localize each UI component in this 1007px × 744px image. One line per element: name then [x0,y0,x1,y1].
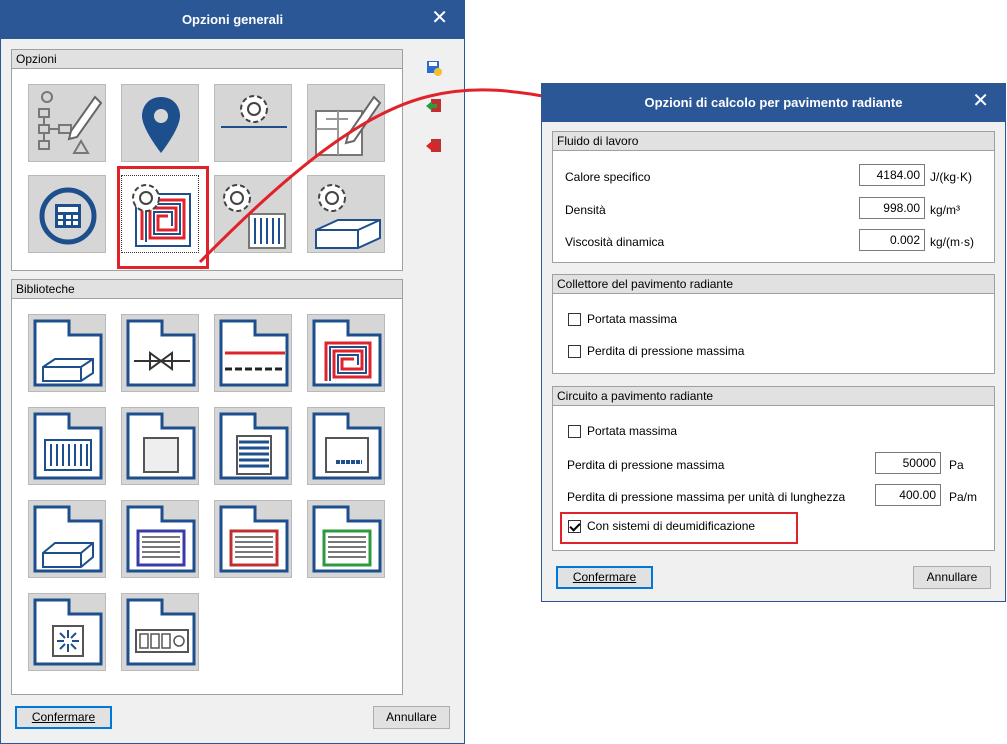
pressure-per-length-input[interactable]: 400.00 [875,484,941,506]
collector-max-pressure-label: Perdita di pressione massima [587,344,745,358]
highlight-dehumidification [560,512,798,544]
pressure-per-length-label: Perdita di pressione massima per unità d… [567,490,846,504]
circuit-max-flow-checkbox[interactable] [568,425,581,438]
circuit-pressure-loss-unit: Pa [949,458,964,472]
circuit-max-flow-label: Portata massima [587,424,678,438]
circuit-pressure-loss-label: Perdita di pressione massima [567,458,725,472]
specific-heat-input[interactable]: 4184.00 [859,164,925,186]
circuit-header: Circuito a pavimento radiante [553,387,994,406]
density-input[interactable]: 998.00 [859,197,925,219]
confirm-label: Confermare [572,570,637,584]
dialog-title: Opzioni di calcolo per pavimento radiant… [644,95,903,110]
pressure-per-length-unit: Pa/m [949,490,978,504]
collector-max-flow-checkbox[interactable] [568,313,581,326]
collector-max-pressure-checkbox[interactable] [568,345,581,358]
working-fluid-header: Fluido di lavoro [553,132,994,151]
confirm-button[interactable]: Confermare [556,566,653,589]
specific-heat-unit: J/(kg·K) [930,170,972,184]
density-unit: kg/m³ [930,203,960,217]
viscosity-unit: kg/(m·s) [930,235,974,249]
cancel-button[interactable]: Annullare [913,566,991,589]
collector-header: Collettore del pavimento radiante [553,275,994,294]
working-fluid-group: Fluido di lavoro Calore specifico 4184.0… [552,131,995,263]
collector-max-flow-label: Portata massima [587,312,678,326]
specific-heat-label: Calore specifico [565,170,651,184]
circuit-pressure-loss-input[interactable]: 50000 [875,452,941,474]
collector-group: Collettore del pavimento radiante Portat… [552,274,995,374]
viscosity-label: Viscosità dinamica [565,235,665,249]
density-label: Densità [565,203,606,217]
dialog-titlebar: Opzioni di calcolo per pavimento radiant… [542,84,1005,122]
close-icon[interactable]: ✕ [972,91,989,111]
viscosity-input[interactable]: 0.002 [859,229,925,251]
